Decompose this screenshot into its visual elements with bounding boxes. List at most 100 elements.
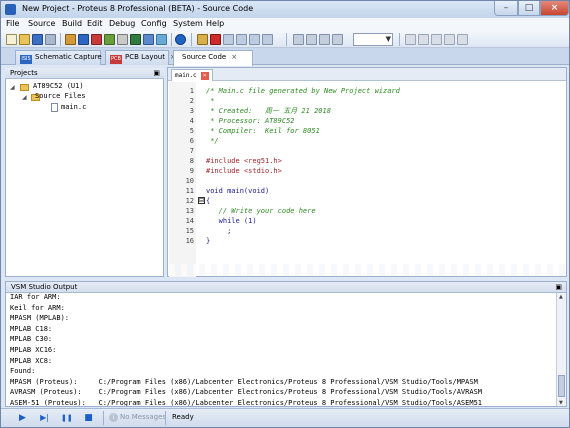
toolbar-dropdown[interactable]: ▼ [353,33,393,46]
schematic-capture-icon[interactable] [78,34,89,45]
home-page-icon[interactable] [65,34,76,45]
fold-toggle-icon[interactable]: ⊟ [198,197,205,204]
tree-item-root[interactable]: AT89C52 (U1) [33,82,84,90]
code-line[interactable]: } [206,236,210,246]
tree-item-main-c[interactable]: main.c [61,103,86,111]
message-info-icon: i [109,413,118,422]
minimize-button[interactable]: – [494,1,518,16]
close-icon[interactable]: × [200,72,209,80]
pin-icon[interactable]: ▣ [153,68,160,79]
copy-icon[interactable] [306,34,317,45]
code-line[interactable]: /* Main.c file generated by New Project … [206,86,400,96]
pause-button[interactable]: ❚❚ [61,413,73,423]
source-code-icon[interactable] [156,34,167,45]
menu-edit[interactable]: Edit [87,19,103,28]
pin-icon[interactable]: ▣ [555,282,562,293]
code-line[interactable]: // Write your code here [206,206,316,216]
code-line[interactable]: * [206,96,214,106]
code-line[interactable]: * Created: 周一 五月 21 2018 [206,106,331,116]
stop-button[interactable]: ■ [83,413,94,423]
code-line[interactable]: ; [206,226,231,236]
play-button[interactable]: ▶ [17,413,28,423]
output-line: MPLAB XC16: [10,345,57,354]
main-toolbar: ▼ [1,31,569,48]
step-button[interactable]: ▶| [39,413,50,423]
scroll-down-icon[interactable]: ▼ [559,400,563,406]
undo-icon[interactable] [444,34,455,45]
maximize-button[interactable]: □ [518,1,540,16]
output-line: MPASM (MPLAB): [10,314,70,323]
projects-panel-title: Projects [10,69,38,77]
scrollbar-thumb[interactable] [558,375,565,397]
tab-close-icon[interactable]: × [231,51,237,64]
code-line[interactable]: #include <stdio.h> [206,166,282,176]
output-line: MPASM (Proteus): C:/Program Files (x86)/… [10,377,478,386]
menu-file[interactable]: File [6,19,19,28]
line-number: 1 [189,87,194,95]
new-project-icon[interactable] [6,34,17,45]
open-project-icon[interactable] [19,34,30,45]
line-number: 9 [189,167,194,175]
3d-viewer-icon[interactable] [130,34,141,45]
menu-bar: File Source Build Edit Debug Config Syst… [1,18,569,31]
redo-icon[interactable] [457,34,468,45]
menu-system[interactable]: System [173,19,203,28]
add-file-icon[interactable] [236,34,247,45]
tab-schematic-capture[interactable]: ISISSchematic Capture× [15,50,113,65]
line-number: 13 [185,207,194,215]
line-number: 6 [189,137,194,145]
gerber-viewer-icon[interactable] [104,34,115,45]
code-line[interactable]: * Compiler: Keil for 8051 [206,126,320,136]
project-settings-icon[interactable] [262,34,273,45]
tab-pcb-layout[interactable]: PCBPCB Layout× [105,50,176,65]
paste-icon[interactable] [319,34,330,45]
menu-source[interactable]: Source [28,19,55,28]
output-line: IAR for ARM: [10,293,61,301]
code-line[interactable]: * Processor: AT89C52 [206,116,294,126]
tab-label: Schematic Capture [35,53,102,61]
messages-status[interactable]: No Messages [120,413,166,421]
file-icon [51,103,58,112]
editor-horizontal-scroll-area[interactable] [169,264,565,276]
collapse-arrow-icon[interactable]: ◢ [10,84,15,91]
tree-item-source-files[interactable]: Source Files [35,92,86,100]
chevron-down-icon: ▼ [385,35,391,43]
line-number: 10 [185,177,194,185]
close-button[interactable]: × [540,1,569,16]
menu-debug[interactable]: Debug [109,19,135,28]
code-line[interactable]: #include <reg51.h> [206,156,282,166]
tab-source-code[interactable]: Source Code × [173,50,253,66]
menu-help[interactable]: Help [206,19,224,28]
ready-status: Ready [172,413,194,421]
output-text[interactable]: IAR for ARM: Keil for ARM: MPASM (MPLAB): M… [10,292,550,406]
next-bookmark-icon[interactable] [418,34,429,45]
line-number: 14 [185,217,194,225]
clean-icon[interactable] [223,34,234,45]
output-scrollbar[interactable]: ▲ ▼ [556,293,566,406]
indent-icon[interactable] [332,34,343,45]
line-number: 11 [185,187,194,195]
remove-file-icon[interactable] [249,34,260,45]
help-icon[interactable] [175,34,186,45]
menu-config[interactable]: Config [141,19,167,28]
delete-icon[interactable] [210,34,221,45]
bill-of-materials-icon[interactable] [143,34,154,45]
collapse-arrow-icon[interactable]: ◢ [22,94,27,101]
scroll-up-icon[interactable]: ▲ [559,294,563,300]
code-area[interactable]: 1 /* Main.c file generated by New Project… [168,82,566,277]
cut-icon[interactable] [293,34,304,45]
pcb-layout-icon[interactable] [91,34,102,45]
close-project-icon[interactable] [45,34,56,45]
code-line[interactable]: void main(void) [206,186,269,196]
menu-build[interactable]: Build [62,19,82,28]
toggle-bookmark-icon[interactable] [405,34,416,45]
code-line[interactable]: { [206,196,210,206]
code-line[interactable]: */ [206,136,218,146]
editor-tab-main-c[interactable]: main.c × [171,69,213,81]
save-project-icon[interactable] [32,34,43,45]
design-explorer-icon[interactable] [117,34,128,45]
code-line[interactable]: while (1) [206,216,257,226]
previous-bookmark-icon[interactable] [431,34,442,45]
build-project-icon[interactable] [197,34,208,45]
status-separator [165,411,166,425]
